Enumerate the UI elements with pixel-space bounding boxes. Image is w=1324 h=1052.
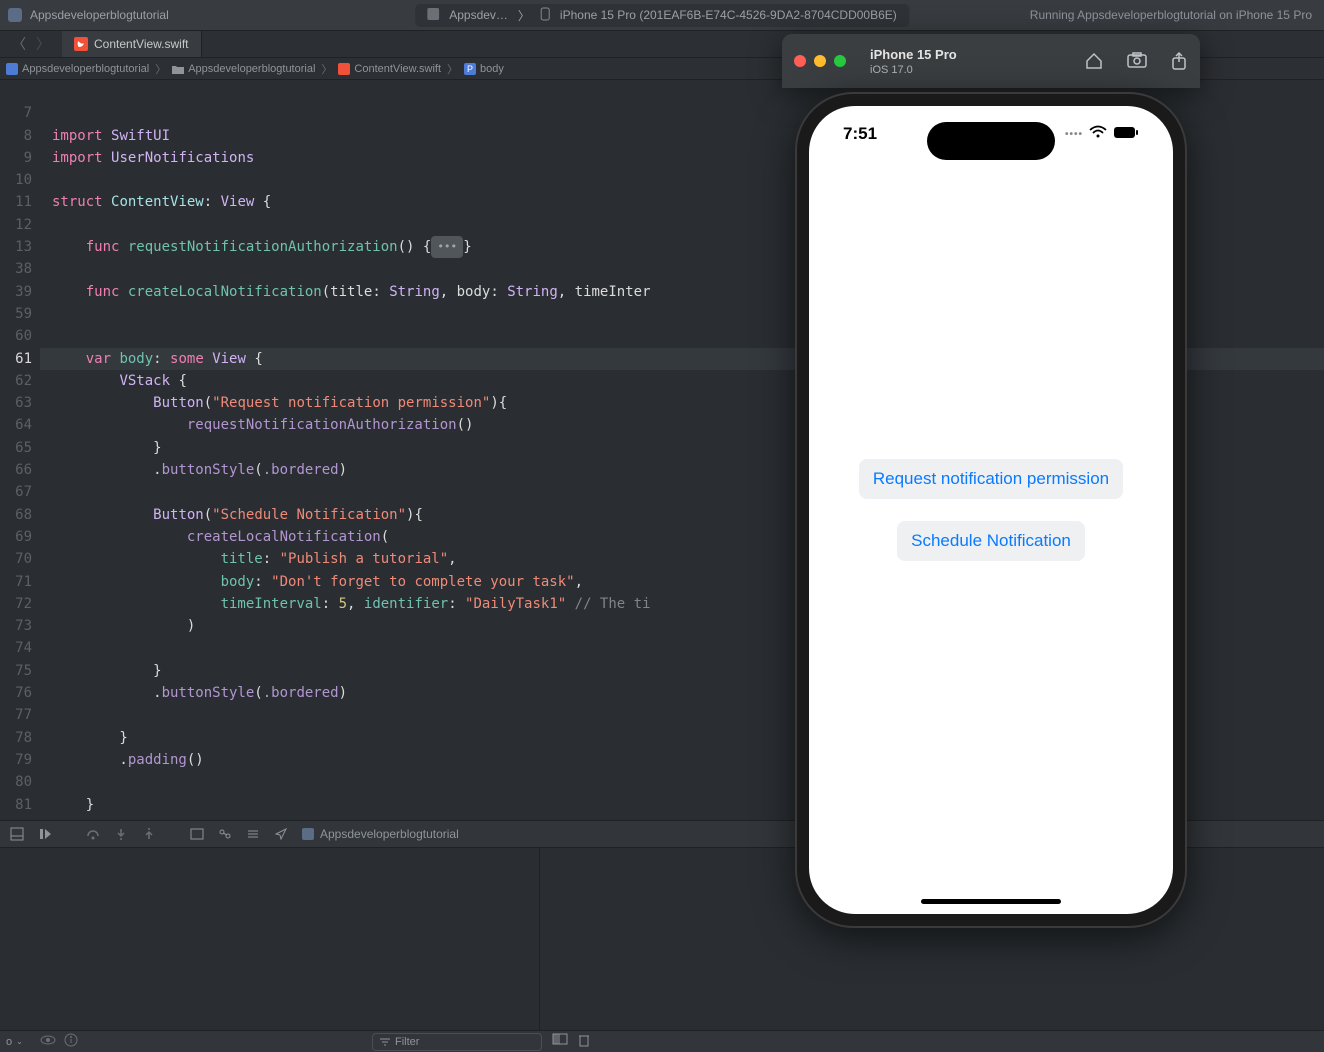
chevron-right-icon: 〉 <box>321 61 338 77</box>
chevron-right-icon: 〉 <box>155 61 172 77</box>
crumb-symbol: Pbody <box>464 63 510 75</box>
line-gutter: 7891011121338395960616263646566676869707… <box>0 80 40 820</box>
trash-icon[interactable] <box>578 1033 590 1050</box>
debug-target[interactable]: Appsdeveloperblogtutorial <box>302 827 459 841</box>
device-name: iPhone 15 Pro <box>870 47 957 62</box>
run-destination[interactable]: Appsdev… 〉 iPhone 15 Pro (201EAF6B-E74C-… <box>415 4 909 27</box>
simulator-actions <box>1084 51 1188 71</box>
filter-placeholder: Filter <box>395 1036 419 1048</box>
app-icon <box>8 8 22 22</box>
nav-back-button[interactable]: 〈 <box>8 34 30 54</box>
run-target-device: iPhone 15 Pro (201EAF6B-E74C-4526-9DA2-8… <box>560 8 897 22</box>
variables-filter[interactable]: Filter <box>372 1033 542 1051</box>
share-icon[interactable] <box>1170 51 1188 71</box>
footer-bar: o ⌄ Filter <box>0 1030 1324 1052</box>
variables-view[interactable] <box>0 848 540 1030</box>
scheme-selector[interactable]: Appsdeveloperblogtutorial <box>0 0 177 30</box>
home-icon[interactable] <box>1084 51 1104 71</box>
memory-graph-icon[interactable] <box>218 828 232 840</box>
hide-debug-icon[interactable] <box>10 827 24 841</box>
simulator-title: iPhone 15 Pro iOS 17.0 <box>870 47 957 76</box>
scheme-name: Appsdeveloperblogtutorial <box>30 8 169 22</box>
continue-icon[interactable] <box>38 828 52 840</box>
info-icon[interactable] <box>64 1033 78 1050</box>
os-version: iOS 17.0 <box>870 64 957 76</box>
crumb-file: ContentView.swift <box>338 63 447 75</box>
window-controls <box>794 55 846 67</box>
screenshot-icon[interactable] <box>1126 51 1148 71</box>
run-target-app: Appsdev… <box>449 8 508 22</box>
crumb-folder: Appsdeveloperblogtutorial <box>172 63 321 75</box>
chevron-down-icon: ⌄ <box>16 1037 23 1046</box>
iphone-screen[interactable]: 7:51 •••• Request notification permissio… <box>809 106 1173 914</box>
eye-icon[interactable] <box>40 1034 56 1049</box>
xcode-toolbar: Appsdeveloperblogtutorial Appsdev… 〉 iPh… <box>0 0 1324 30</box>
filter-icon <box>379 1037 391 1047</box>
maximize-button[interactable] <box>834 55 846 67</box>
step-over-icon[interactable] <box>86 828 100 840</box>
iphone-frame: 7:51 •••• Request notification permissio… <box>795 92 1187 928</box>
step-out-icon[interactable] <box>142 828 156 840</box>
console-panel-icon[interactable] <box>552 1033 568 1050</box>
chevron-right-icon: 〉 <box>518 7 530 24</box>
crumb-project: Appsdeveloperblogtutorial <box>6 63 155 75</box>
build-status: Running Appsdeveloperblogtutorial on iPh… <box>1030 8 1312 22</box>
tab-contentview[interactable]: ContentView.swift <box>62 31 202 57</box>
svg-text:P: P <box>467 64 473 74</box>
request-permission-button[interactable]: Request notification permission <box>859 459 1123 499</box>
device-icon <box>540 7 550 24</box>
nav-forward-button[interactable]: 〉 <box>32 34 54 54</box>
history-nav: 〈 〉 <box>0 31 62 57</box>
debug-view-icon[interactable] <box>190 828 204 840</box>
schedule-notification-button[interactable]: Schedule Notification <box>897 521 1085 561</box>
chevron-right-icon: 〉 <box>447 61 464 77</box>
swift-file-icon <box>74 37 88 51</box>
location-icon[interactable] <box>274 828 288 840</box>
app-icon-small <box>427 8 439 23</box>
tab-filename: ContentView.swift <box>94 37 189 51</box>
minimize-button[interactable] <box>814 55 826 67</box>
env-overrides-icon[interactable] <box>246 828 260 840</box>
step-into-icon[interactable] <box>114 828 128 840</box>
close-button[interactable] <box>794 55 806 67</box>
app-content: Request notification permission Schedule… <box>809 106 1173 914</box>
simulator-window: iPhone 15 Pro iOS 17.0 <box>782 34 1200 88</box>
auto-scope[interactable]: o ⌄ <box>0 1036 23 1048</box>
home-indicator[interactable] <box>921 899 1061 904</box>
